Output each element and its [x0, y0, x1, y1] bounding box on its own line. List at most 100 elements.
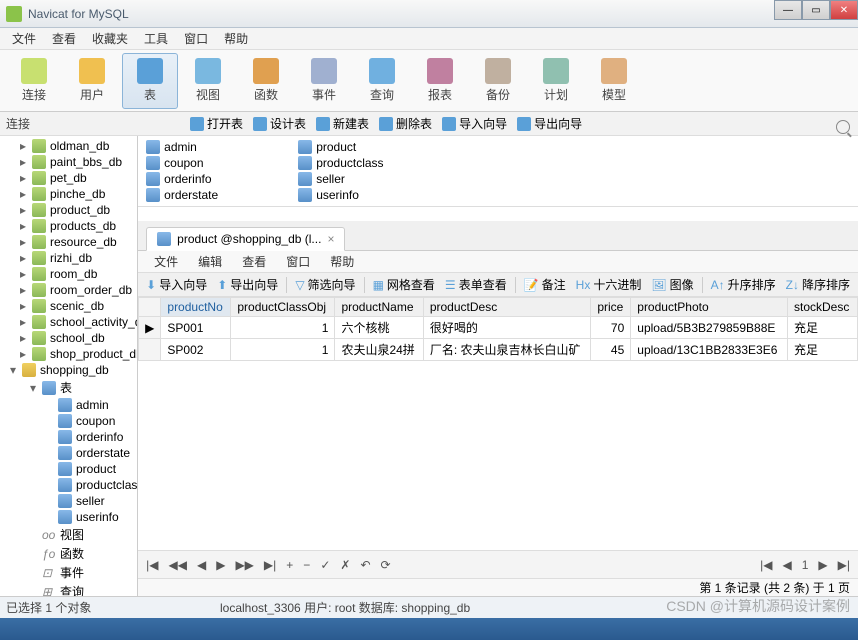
db-pinche_db[interactable]: ▸pinche_db [0, 186, 137, 202]
subtool-导出向导[interactable]: ⬆导出向导 [213, 274, 282, 295]
cell-stockDesc[interactable]: 充足 [787, 339, 857, 361]
nav-prev[interactable]: ◀ [195, 556, 208, 574]
subtool-表单查看[interactable]: ☰表单查看 [441, 274, 511, 295]
expand-icon[interactable]: ▸ [18, 315, 28, 329]
cell-productClassObj[interactable]: 1 [231, 317, 335, 339]
cell-price[interactable]: 45 [591, 339, 631, 361]
expand-icon[interactable]: ▸ [18, 331, 28, 345]
db-paint_bbs_db[interactable]: ▸paint_bbs_db [0, 154, 137, 170]
collapse-icon[interactable]: ▾ [8, 363, 18, 377]
close-button[interactable]: ✕ [830, 0, 858, 20]
col-productClassObj[interactable]: productClassObj [231, 298, 335, 317]
menu-文件[interactable]: 文件 [4, 28, 44, 49]
table-product[interactable]: product [0, 461, 137, 477]
subtool-备注[interactable]: 📝备注 [520, 274, 570, 295]
nav-last[interactable]: ▶| [262, 556, 278, 574]
nav-next-page[interactable]: ▶▶ [233, 556, 255, 574]
nav-prev-page[interactable]: ◀◀ [167, 556, 189, 574]
expand-icon[interactable]: ▸ [18, 219, 28, 233]
obj-productclass[interactable]: productclass [298, 156, 383, 170]
nav-cancel[interactable]: ✗ [338, 556, 352, 574]
col-productNo[interactable]: productNo [161, 298, 231, 317]
cell-productClassObj[interactable]: 1 [231, 339, 335, 361]
tool-模型[interactable]: 模型 [586, 53, 642, 109]
db-resource_db[interactable]: ▸resource_db [0, 234, 137, 250]
obj-admin[interactable]: admin [146, 140, 218, 154]
expand-icon[interactable]: ▸ [18, 267, 28, 281]
expand-icon[interactable]: ▸ [18, 203, 28, 217]
cell-productPhoto[interactable]: upload/5B3B279859B88E [631, 317, 788, 339]
table-seller[interactable]: seller [0, 493, 137, 509]
page-last[interactable]: ▶| [836, 556, 852, 574]
tool-视图[interactable]: 视图 [180, 53, 236, 109]
cell-productNo[interactable]: SP001 [161, 317, 231, 339]
expand-icon[interactable]: ▸ [18, 171, 28, 185]
obj-coupon[interactable]: coupon [146, 156, 218, 170]
tool-连接[interactable]: 连接 [6, 53, 62, 109]
ribbon-导出向导[interactable]: 导出向导 [513, 113, 586, 134]
col-price[interactable]: price [591, 298, 631, 317]
col-productPhoto[interactable]: productPhoto [631, 298, 788, 317]
db-oldman_db[interactable]: ▸oldman_db [0, 138, 137, 154]
ribbon-设计表[interactable]: 设计表 [249, 113, 310, 134]
page-next[interactable]: ▶ [816, 556, 829, 574]
node-函数[interactable]: ƒo函数 [0, 544, 137, 563]
nav-next[interactable]: ▶ [214, 556, 227, 574]
table-orderstate[interactable]: orderstate [0, 445, 137, 461]
maximize-button[interactable]: ▭ [802, 0, 830, 20]
tool-函数[interactable]: 函数 [238, 53, 294, 109]
expand-icon[interactable]: ▸ [18, 235, 28, 249]
nav-apply[interactable]: ✓ [318, 556, 332, 574]
menu-查看[interactable]: 查看 [44, 28, 84, 49]
tool-计划[interactable]: 计划 [528, 53, 584, 109]
obj-orderinfo[interactable]: orderinfo [146, 172, 218, 186]
nav-undo[interactable]: ↶ [358, 556, 372, 574]
minimize-button[interactable]: — [774, 0, 802, 20]
submenu-帮助[interactable]: 帮助 [322, 251, 362, 272]
submenu-文件[interactable]: 文件 [146, 251, 186, 272]
submenu-查看[interactable]: 查看 [234, 251, 274, 272]
subtool-网格查看[interactable]: ▦网格查看 [369, 274, 439, 295]
tab-close-icon[interactable]: × [327, 232, 334, 246]
page-first[interactable]: |◀ [758, 556, 774, 574]
db-school_db[interactable]: ▸school_db [0, 330, 137, 346]
expand-icon[interactable]: ▸ [18, 155, 28, 169]
expand-icon[interactable]: ▸ [18, 347, 28, 361]
cell-productPhoto[interactable]: upload/13C1BB2833E3E6 [631, 339, 788, 361]
node-tables[interactable]: ▾表 [0, 378, 137, 397]
expand-icon[interactable]: ▸ [18, 251, 28, 265]
ribbon-打开表[interactable]: 打开表 [186, 113, 247, 134]
menu-窗口[interactable]: 窗口 [176, 28, 216, 49]
col-stockDesc[interactable]: stockDesc [787, 298, 857, 317]
expand-icon[interactable]: ▸ [18, 187, 28, 201]
expand-icon[interactable]: ▸ [18, 299, 28, 313]
obj-product[interactable]: product [298, 140, 383, 154]
ribbon-删除表[interactable]: 删除表 [375, 113, 436, 134]
db-school_activity_db[interactable]: ▸school_activity_db [0, 314, 137, 330]
db-shopping_db[interactable]: ▾shopping_db [0, 362, 137, 378]
subtool-导入向导[interactable]: ⬇导入向导 [142, 274, 211, 295]
page-prev[interactable]: ◀ [780, 556, 793, 574]
subtool-降序排序[interactable]: Z↓降序排序 [782, 274, 854, 295]
expand-icon[interactable]: ▸ [18, 283, 28, 297]
sidebar-tree[interactable]: ▸oldman_db▸paint_bbs_db▸pet_db▸pinche_db… [0, 136, 138, 596]
ribbon-导入向导[interactable]: 导入向导 [438, 113, 511, 134]
submenu-窗口[interactable]: 窗口 [278, 251, 318, 272]
table-userinfo[interactable]: userinfo [0, 509, 137, 525]
cell-productDesc[interactable]: 厂名: 农夫山泉吉林长白山矿 [423, 339, 591, 361]
menu-工具[interactable]: 工具 [136, 28, 176, 49]
db-scenic_db[interactable]: ▸scenic_db [0, 298, 137, 314]
obj-userinfo[interactable]: userinfo [298, 188, 383, 202]
ribbon-新建表[interactable]: 新建表 [312, 113, 373, 134]
table-coupon[interactable]: coupon [0, 413, 137, 429]
search-icon[interactable] [836, 120, 850, 134]
db-room_order_db[interactable]: ▸room_order_db [0, 282, 137, 298]
subtool-筛选向导[interactable]: ▽筛选向导 [291, 274, 359, 295]
collapse-icon[interactable]: ▾ [28, 381, 38, 395]
db-product_db[interactable]: ▸product_db [0, 202, 137, 218]
table-admin[interactable]: admin [0, 397, 137, 413]
cell-productName[interactable]: 农夫山泉24拼 [335, 339, 423, 361]
cell-productName[interactable]: 六个核桃 [335, 317, 423, 339]
tool-查询[interactable]: 查询 [354, 53, 410, 109]
cell-price[interactable]: 70 [591, 317, 631, 339]
